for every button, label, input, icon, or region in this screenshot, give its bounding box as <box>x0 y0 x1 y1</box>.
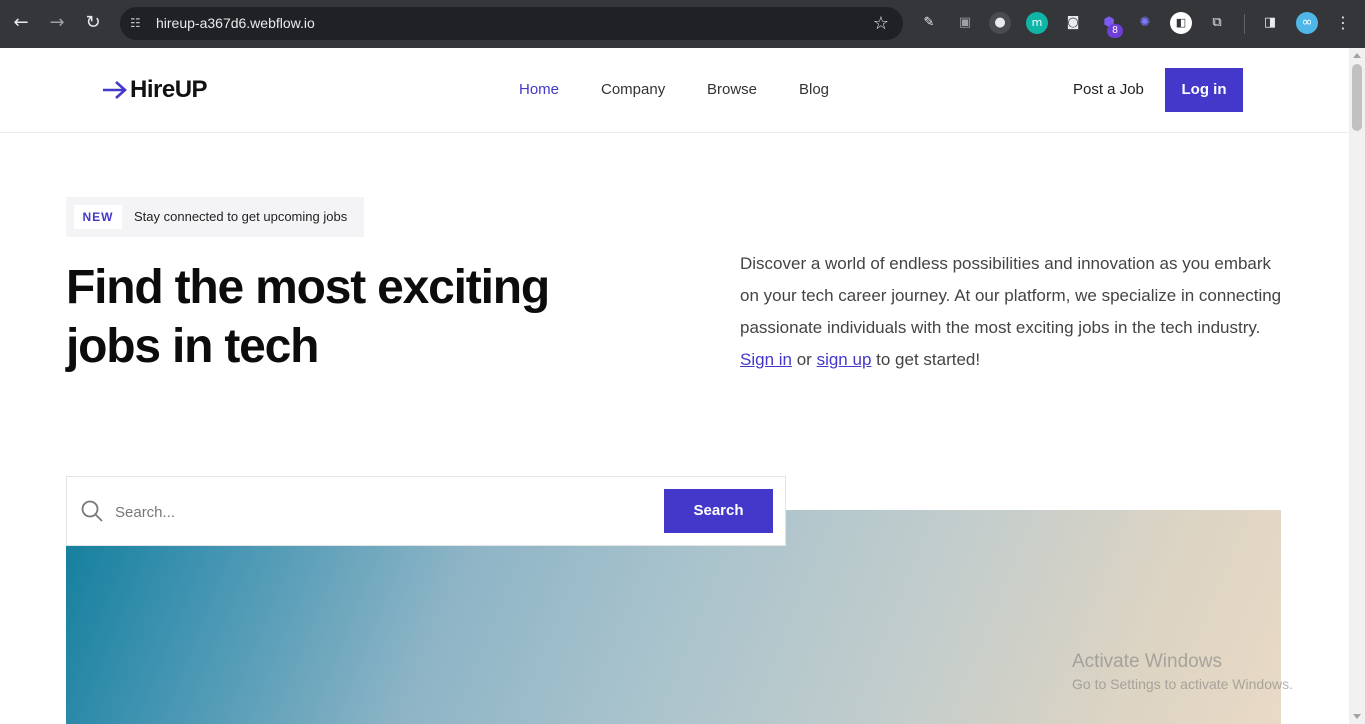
search-button[interactable]: Search <box>664 489 773 533</box>
scroll-down-icon[interactable] <box>1353 714 1361 719</box>
new-badge: NEW <box>74 205 122 229</box>
search-input[interactable] <box>115 499 635 525</box>
extension-icon[interactable]: ◧ <box>1170 12 1192 34</box>
site-navbar: HireUP Home Company Browse Blog Post a J… <box>0 48 1349 133</box>
bookmark-star-icon[interactable]: ☆ <box>873 7 889 40</box>
watermark-subtitle: Go to Settings to activate Windows. <box>1072 676 1293 692</box>
url-text[interactable]: hireup-a367d6.webflow.io <box>156 7 315 40</box>
sign-in-link[interactable]: Sign in <box>740 350 792 369</box>
page-scrollbar[interactable] <box>1349 48 1365 724</box>
windows-activation-watermark: Activate Windows Go to Settings to activ… <box>1072 650 1293 694</box>
side-panel-icon[interactable]: ◨ <box>1259 12 1281 34</box>
reload-icon[interactable]: ↻ <box>80 10 106 36</box>
sign-up-link[interactable]: sign up <box>817 350 872 369</box>
hero-description-text: Discover a world of endless possibilitie… <box>740 254 1282 337</box>
login-button[interactable]: Log in <box>1165 68 1243 112</box>
hero-description: Discover a world of endless possibilitie… <box>740 248 1285 376</box>
brand-name: HireUP <box>130 76 208 103</box>
address-bar[interactable]: ☷ hireup-a367d6.webflow.io ☆ <box>120 7 903 40</box>
extension-icon[interactable]: m <box>1026 12 1048 34</box>
page-content: HireUP Home Company Browse Blog Post a J… <box>0 48 1349 724</box>
nav-link-company[interactable]: Company <box>601 81 665 98</box>
site-settings-icon[interactable]: ☷ <box>130 15 146 31</box>
or-text: or <box>796 350 812 369</box>
get-started-text: to get started! <box>876 350 981 369</box>
extension-icon[interactable]: ✺ <box>1134 12 1156 34</box>
browser-toolbar: ← → ↻ ☷ hireup-a367d6.webflow.io ☆ ✎ ▣ ●… <box>0 0 1365 48</box>
announcement-banner: NEW Stay connected to get upcoming jobs <box>66 197 364 237</box>
eyedropper-icon[interactable]: ✎ <box>918 12 940 34</box>
puzzle-icon[interactable]: ⧉ <box>1206 12 1228 34</box>
camera-icon[interactable]: ▣ <box>954 12 976 34</box>
profile-icon[interactable]: ∞ <box>1296 12 1318 34</box>
hero-title: Find the most exciting jobs in tech <box>66 261 550 373</box>
announcement-text: Stay connected to get upcoming jobs <box>134 209 348 224</box>
scrollbar-thumb[interactable] <box>1352 64 1362 131</box>
scroll-up-icon[interactable] <box>1353 53 1361 58</box>
extension-icon[interactable]: ◙ <box>1062 12 1084 34</box>
arrow-right-icon <box>103 81 127 99</box>
menu-icon[interactable]: ⋮ <box>1332 12 1354 34</box>
forward-icon[interactable]: → <box>44 10 70 36</box>
toolbar-divider <box>1244 14 1245 34</box>
post-job-link[interactable]: Post a Job <box>1073 81 1144 98</box>
nav-link-blog[interactable]: Blog <box>799 81 829 98</box>
search-bar: Search <box>66 476 786 546</box>
extension-badge: 8 <box>1107 24 1123 38</box>
watermark-title: Activate Windows <box>1072 651 1222 672</box>
extension-icon[interactable]: ● <box>989 12 1011 34</box>
nav-link-browse[interactable]: Browse <box>707 81 757 98</box>
logo[interactable]: HireUP <box>102 75 208 105</box>
back-icon[interactable]: ← <box>8 10 34 36</box>
search-icon <box>81 500 103 522</box>
nav-link-home[interactable]: Home <box>519 81 559 98</box>
